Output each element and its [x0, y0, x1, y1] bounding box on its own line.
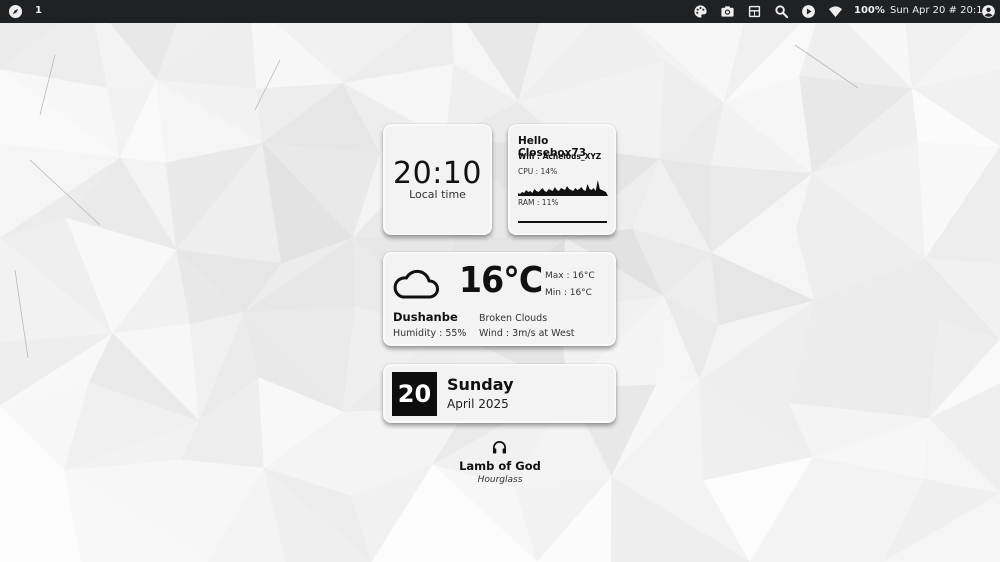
- weather-widget: 16°C Max : 16°C Min : 16°C Dushanbe Brok…: [383, 252, 616, 346]
- headphones-icon: [492, 441, 507, 454]
- play-icon[interactable]: [801, 4, 816, 19]
- cpu-graph: [518, 180, 608, 196]
- ram-bar: [518, 221, 607, 223]
- compass-icon[interactable]: [8, 4, 23, 19]
- system-info-widget: Hello Closebox73 Wifi : Achelous_XYZ CPU…: [508, 124, 616, 235]
- wifi-icon[interactable]: [828, 4, 843, 19]
- wifi-name: Wifi : Achelous_XYZ: [518, 152, 602, 161]
- layout-icon[interactable]: [747, 4, 762, 19]
- clock-subtitle: Local time: [409, 188, 466, 201]
- cpu-usage: CPU : 14%: [518, 167, 558, 176]
- clock-widget: 20:10 Local time: [383, 124, 492, 235]
- date-month-year: April 2025: [447, 397, 509, 411]
- date-widget: 20 Sunday April 2025: [383, 364, 616, 423]
- top-panel: 1 100% Sun Apr 20 # 20:10: [0, 0, 1000, 23]
- weather-wind: Wind : 3m/s at West: [479, 328, 575, 339]
- palette-icon[interactable]: [693, 4, 708, 19]
- ram-usage: RAM : 11%: [518, 198, 559, 207]
- clock-time: 20:10: [393, 156, 482, 191]
- music-artist: Lamb of God: [459, 459, 541, 473]
- weather-humidity: Humidity : 55%: [393, 328, 467, 339]
- weather-max: Max : 16°C: [545, 271, 595, 281]
- camera-icon[interactable]: [720, 4, 735, 19]
- weather-description: Broken Clouds: [479, 313, 548, 324]
- weather-city: Dushanbe: [393, 310, 458, 324]
- date-weekday: Sunday: [447, 375, 514, 394]
- weather-min: Min : 16°C: [545, 288, 592, 298]
- panel-clock[interactable]: Sun Apr 20 # 20:10: [890, 5, 989, 16]
- workspace-indicator[interactable]: 1: [35, 5, 42, 16]
- battery-level[interactable]: 100%: [854, 5, 885, 16]
- cloud-icon: [393, 269, 439, 299]
- music-title: Hourglass: [477, 475, 523, 485]
- ram-bar-fill: [518, 221, 607, 223]
- weather-temperature: 16°C: [459, 260, 543, 301]
- search-icon[interactable]: [774, 4, 789, 19]
- user-icon[interactable]: [981, 4, 996, 19]
- date-day-number: 20: [392, 372, 437, 416]
